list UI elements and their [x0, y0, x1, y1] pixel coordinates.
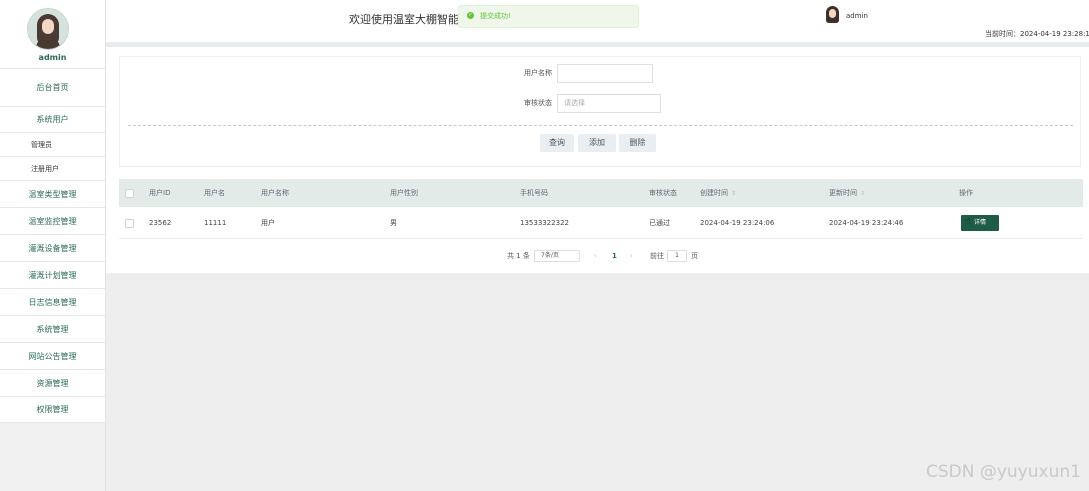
- sidebar: admin 后台首页 系统用户 管理员 注册用户 温室类型管理 温室监控管理 灌…: [0, 0, 106, 491]
- username-label: 用户名称: [524, 69, 552, 77]
- cell-user-id: 23562: [149, 219, 172, 227]
- header-name: 用户名称: [261, 189, 289, 197]
- header-user-id: 用户ID: [149, 189, 171, 197]
- header-phone: 手机号码: [520, 189, 548, 197]
- header-updated[interactable]: 更新时间 ⇕: [829, 179, 865, 208]
- main-content: 用户名称 审核状态 请选择 查询 添加 删除 用户ID 用户名 用户名称 用户性…: [106, 47, 1089, 273]
- sidebar-profile: admin: [0, 0, 105, 69]
- hand-cursor-icon: ☝: [965, 216, 972, 227]
- sidebar-item-irrigation-devices[interactable]: 灌溉设备管理: [0, 235, 105, 262]
- cell-created: 2024-04-19 23:24:06: [700, 219, 775, 227]
- check-circle-icon: ✓: [467, 12, 474, 19]
- goto-page-input[interactable]: 1: [667, 250, 687, 262]
- sidebar-item-permissions[interactable]: 权限管理: [0, 397, 105, 423]
- sidebar-item-system[interactable]: 系统管理: [0, 316, 105, 343]
- cell-username: 11111: [204, 219, 227, 227]
- sidebar-item-greenhouse-monitoring[interactable]: 温室监控管理: [0, 208, 105, 235]
- sort-icon[interactable]: ⇕: [860, 190, 865, 197]
- page-number-current[interactable]: 1: [612, 248, 617, 264]
- header-created[interactable]: 创建时间 ⇕: [700, 179, 736, 208]
- cell-gender: 男: [390, 219, 397, 227]
- sort-icon[interactable]: ⇕: [731, 190, 736, 197]
- cell-updated: 2024-04-19 23:24:46: [829, 219, 904, 227]
- page-unit-label: 页: [691, 252, 698, 260]
- current-time: 当前时间：2024-04-19 23:28:1: [985, 29, 1089, 39]
- sidebar-item-system-users[interactable]: 系统用户: [0, 107, 105, 133]
- sidebar-item-irrigation-plans[interactable]: 灌溉计划管理: [0, 262, 105, 289]
- pagination-total: 共 1 条: [507, 252, 530, 260]
- header-gender: 用户性别: [390, 189, 418, 197]
- table-row: 23562 11111 用户 男 13533322322 已通过 2024-04…: [119, 207, 1083, 239]
- sidebar-item-resources[interactable]: 资源管理: [0, 370, 105, 397]
- header-status: 审核状态: [649, 189, 677, 197]
- username-input[interactable]: [557, 64, 653, 83]
- cell-status: 已通过: [649, 219, 670, 227]
- avatar[interactable]: [27, 8, 69, 50]
- watermark: CSDN @yuyuxun1: [926, 462, 1081, 482]
- sidebar-item-admins[interactable]: 管理员: [0, 133, 105, 157]
- sidebar-item-greenhouse-types[interactable]: 温室类型管理: [0, 181, 105, 208]
- sidebar-item-logs[interactable]: 日志信息管理: [0, 289, 105, 316]
- pagination: 共 1 条 7条/页 ‹ 1 › 前往 1 页: [106, 248, 1089, 264]
- sidebar-item-announcements[interactable]: 网站公告管理: [0, 343, 105, 370]
- user-avatar[interactable]: [825, 6, 840, 24]
- header-username: 用户名: [204, 189, 225, 197]
- cell-name: 用户: [261, 219, 275, 227]
- page-size-select[interactable]: 7条/页: [534, 250, 580, 262]
- goto-label: 前往: [650, 252, 664, 260]
- header-user-name[interactable]: admin: [846, 12, 868, 20]
- next-page-button[interactable]: ›: [630, 248, 633, 264]
- add-button[interactable]: 添加: [578, 134, 616, 152]
- delete-button[interactable]: 删除: [619, 134, 656, 152]
- cell-phone: 13533322322: [520, 219, 569, 227]
- search-divider: [128, 125, 1073, 126]
- table-header: 用户ID 用户名 用户名称 用户性别 手机号码 审核状态 创建时间 ⇕ 更新时间 ⇕…: [119, 179, 1083, 207]
- row-checkbox[interactable]: [125, 219, 134, 228]
- users-table: 用户ID 用户名 用户名称 用户性别 手机号码 审核状态 创建时间 ⇕ 更新时间 ⇕…: [119, 179, 1083, 239]
- profile-name: admin: [38, 53, 67, 62]
- select-all-checkbox[interactable]: [125, 189, 134, 198]
- sidebar-item-home[interactable]: 后台首页: [0, 69, 105, 107]
- search-panel: 用户名称 审核状态 请选择 查询 添加 删除: [119, 56, 1081, 167]
- status-select[interactable]: 请选择: [557, 94, 661, 113]
- query-button[interactable]: 查询: [540, 134, 574, 152]
- success-toast: ✓ 提交成功!: [458, 5, 639, 28]
- welcome-title: 欢迎使用温室大棚智能: [349, 13, 459, 26]
- prev-page-button[interactable]: ‹: [594, 248, 597, 264]
- toast-message: 提交成功!: [480, 12, 511, 20]
- status-label: 审核状态: [524, 99, 552, 107]
- time-label: 当前时间：: [985, 30, 1020, 38]
- time-value: 2024-04-19 23:28:1: [1020, 30, 1089, 38]
- header-action: 操作: [959, 189, 973, 197]
- sidebar-item-registered-users[interactable]: 注册用户: [0, 157, 105, 181]
